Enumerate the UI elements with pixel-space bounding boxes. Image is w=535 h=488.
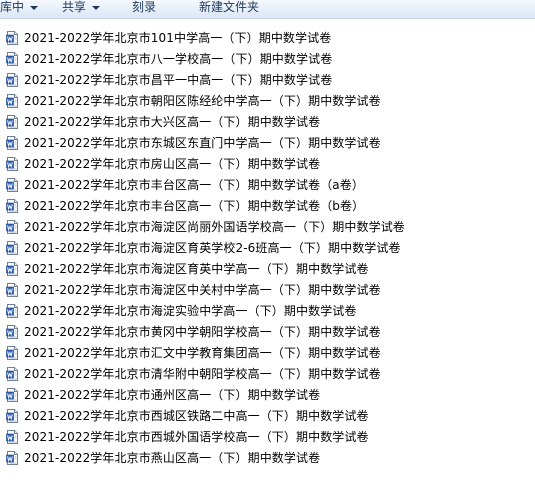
word-doc-icon <box>6 30 24 45</box>
file-name: 2021-2022学年北京市昌平一中高一（下）期中数学试卷 <box>24 72 333 87</box>
file-name: 2021-2022学年北京市海淀区育英中学高一（下）期中数学试卷 <box>24 261 369 276</box>
file-name: 2021-2022学年北京市燕山区高一（下）期中数学试卷 <box>24 450 321 465</box>
word-doc-icon <box>6 366 24 381</box>
file-name: 2021-2022学年北京市海淀区中关村中学高一（下）期中数学试卷 <box>24 282 381 297</box>
word-doc-icon <box>6 156 24 171</box>
word-doc-icon <box>6 429 24 444</box>
burn-label: 刻录 <box>132 0 157 14</box>
word-doc-icon <box>6 303 24 318</box>
file-name: 2021-2022学年北京市大兴区高一（下）期中数学试卷 <box>24 114 321 129</box>
file-row[interactable]: 2021-2022学年北京市东城区东直门中学高一（下）期中数学试卷 <box>0 132 535 153</box>
word-doc-icon <box>6 345 24 360</box>
explorer-toolbar: 库中 共享 刻录 新建文件夹 <box>0 0 535 19</box>
chevron-down-icon <box>30 5 39 10</box>
word-doc-icon <box>6 51 24 66</box>
file-name: 2021-2022学年北京市西城区铁路二中高一（下）期中数学试卷 <box>24 408 369 423</box>
file-row[interactable]: 2021-2022学年北京市昌平一中高一（下）期中数学试卷 <box>0 69 535 90</box>
file-name: 2021-2022学年北京市海淀区育英学校2-6班高一（下）期中数学试卷 <box>24 240 401 255</box>
file-row[interactable]: 2021-2022学年北京市八一学校高一（下）期中数学试卷 <box>0 48 535 69</box>
word-doc-icon <box>6 282 24 297</box>
file-row[interactable]: 2021-2022学年北京市海淀区育英学校2-6班高一（下）期中数学试卷 <box>0 237 535 258</box>
file-name: 2021-2022学年北京市房山区高一（下）期中数学试卷 <box>24 156 321 171</box>
word-doc-icon <box>6 219 24 234</box>
word-doc-icon <box>6 114 24 129</box>
word-doc-icon <box>6 240 24 255</box>
file-name: 2021-2022学年北京市汇文中学教育集团高一（下）期中数学试卷 <box>24 345 381 360</box>
word-doc-icon <box>6 261 24 276</box>
file-row[interactable]: 2021-2022学年北京市海淀实验中学高一（下）期中数学试卷 <box>0 300 535 321</box>
file-name: 2021-2022学年北京市海淀区尚丽外国语学校高一（下）期中数学试卷 <box>24 219 405 234</box>
word-doc-icon <box>6 450 24 465</box>
word-doc-icon <box>6 93 24 108</box>
file-name: 2021-2022学年北京市朝阳区陈经纶中学高一（下）期中数学试卷 <box>24 93 381 108</box>
file-row[interactable]: 2021-2022学年北京市通州区高一（下）期中数学试卷 <box>0 384 535 405</box>
file-row[interactable]: 2021-2022学年北京市丰台区高一（下）期中数学试卷（b卷） <box>0 195 535 216</box>
file-row[interactable]: 2021-2022学年北京市丰台区高一（下）期中数学试卷（a卷） <box>0 174 535 195</box>
file-row[interactable]: 2021-2022学年北京市101中学高一（下）期中数学试卷 <box>0 27 535 48</box>
file-name: 2021-2022学年北京市通州区高一（下）期中数学试卷 <box>24 387 321 402</box>
file-name: 2021-2022学年北京市东城区东直门中学高一（下）期中数学试卷 <box>24 135 381 150</box>
file-name: 2021-2022学年北京市丰台区高一（下）期中数学试卷（b卷） <box>24 198 365 213</box>
file-list: 2021-2022学年北京市101中学高一（下）期中数学试卷 2021-2022学… <box>0 27 535 468</box>
chevron-down-icon <box>92 5 101 10</box>
file-name: 2021-2022学年北京市丰台区高一（下）期中数学试卷（a卷） <box>24 177 364 192</box>
file-name: 2021-2022学年北京市海淀实验中学高一（下）期中数学试卷 <box>24 303 357 318</box>
file-row[interactable]: 2021-2022学年北京市海淀区中关村中学高一（下）期中数学试卷 <box>0 279 535 300</box>
word-doc-icon <box>6 72 24 87</box>
file-row[interactable]: 2021-2022学年北京市海淀区育英中学高一（下）期中数学试卷 <box>0 258 535 279</box>
file-name: 2021-2022学年北京市清华附中朝阳学校高一（下）期中数学试卷 <box>24 366 381 381</box>
word-doc-icon <box>6 198 24 213</box>
file-row[interactable]: 2021-2022学年北京市海淀区尚丽外国语学校高一（下）期中数学试卷 <box>0 216 535 237</box>
file-row[interactable]: 2021-2022学年北京市燕山区高一（下）期中数学试卷 <box>0 447 535 468</box>
file-row[interactable]: 2021-2022学年北京市黄冈中学朝阳学校高一（下）期中数学试卷 <box>0 321 535 342</box>
file-name: 2021-2022学年北京市八一学校高一（下）期中数学试卷 <box>24 51 333 66</box>
file-row[interactable]: 2021-2022学年北京市朝阳区陈经纶中学高一（下）期中数学试卷 <box>0 90 535 111</box>
word-doc-icon <box>6 324 24 339</box>
word-doc-icon <box>6 387 24 402</box>
word-doc-icon <box>6 177 24 192</box>
new-folder-button[interactable]: 新建文件夹 <box>199 0 259 14</box>
share-label: 共享 <box>62 0 87 14</box>
file-row[interactable]: 2021-2022学年北京市汇文中学教育集团高一（下）期中数学试卷 <box>0 342 535 363</box>
new-folder-label: 新建文件夹 <box>199 0 260 14</box>
share-menu[interactable]: 共享 <box>62 0 101 14</box>
file-row[interactable]: 2021-2022学年北京市大兴区高一（下）期中数学试卷 <box>0 111 535 132</box>
word-doc-icon <box>6 135 24 150</box>
file-row[interactable]: 2021-2022学年北京市西城区铁路二中高一（下）期中数学试卷 <box>0 405 535 426</box>
burn-button[interactable]: 刻录 <box>132 0 156 14</box>
word-doc-icon <box>6 408 24 423</box>
file-name: 2021-2022学年北京市黄冈中学朝阳学校高一（下）期中数学试卷 <box>24 324 381 339</box>
file-row[interactable]: 2021-2022学年北京市西城外国语学校高一（下）期中数学试卷 <box>0 426 535 447</box>
file-row[interactable]: 2021-2022学年北京市清华附中朝阳学校高一（下）期中数学试卷 <box>0 363 535 384</box>
include-in-library-menu[interactable]: 库中 <box>0 0 39 14</box>
include-in-library-label: 库中 <box>0 0 25 14</box>
file-name: 2021-2022学年北京市101中学高一（下）期中数学试卷 <box>24 30 332 45</box>
file-name: 2021-2022学年北京市西城外国语学校高一（下）期中数学试卷 <box>24 429 369 444</box>
file-row[interactable]: 2021-2022学年北京市房山区高一（下）期中数学试卷 <box>0 153 535 174</box>
